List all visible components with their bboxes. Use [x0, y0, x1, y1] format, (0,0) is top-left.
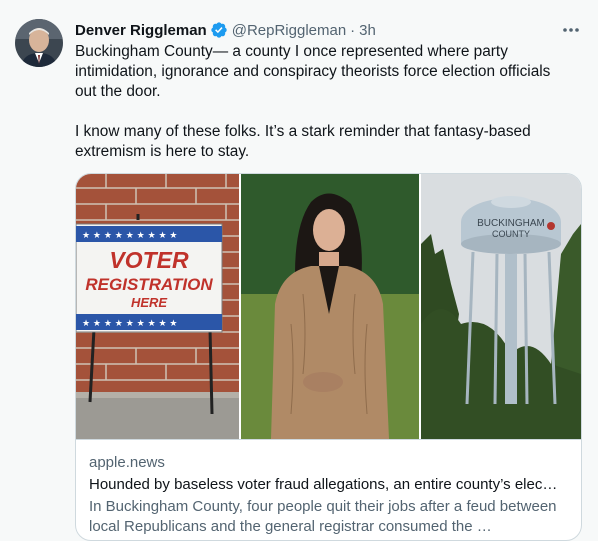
tower-text-buckingham: BUCKINGHAM [477, 218, 545, 229]
sign-text-voter: VOTER [109, 247, 189, 273]
verified-badge-icon [211, 22, 227, 38]
tweet-header: Denver Riggleman @RepRiggleman · 3h [75, 20, 376, 40]
svg-text:★ ★ ★ ★ ★ ★ ★ ★ ★: ★ ★ ★ ★ ★ ★ ★ ★ ★ [82, 319, 178, 329]
author-name[interactable]: Denver Riggleman [75, 22, 207, 39]
card-meta[interactable]: apple.news Hounded by baseless voter fra… [76, 439, 581, 540]
card-image-strip[interactable]: ★ ★ ★ ★ ★ ★ ★ ★ ★ ★ ★ ★ ★ ★ ★ ★ ★ ★ VOTE… [76, 174, 581, 439]
card-domain: apple.news [89, 454, 165, 471]
tweet-paragraph: Buckingham County— a county I once repre… [75, 43, 551, 100]
tweet-paragraph: I know many of these folks. It’s a stark… [75, 123, 531, 160]
voter-registration-sign-photo: ★ ★ ★ ★ ★ ★ ★ ★ ★ ★ ★ ★ ★ ★ ★ ★ ★ ★ VOTE… [76, 174, 239, 439]
water-tower-photo: BUCKINGHAM COUNTY [421, 174, 581, 439]
tweet[interactable]: Denver Riggleman @RepRiggleman · 3h Buck… [0, 0, 598, 541]
author-handle[interactable]: @RepRiggleman [232, 22, 346, 39]
tweet-text: Buckingham County— a county I once repre… [75, 42, 575, 162]
more-horizontal-icon[interactable] [560, 20, 582, 40]
sign-text-registration: REGISTRATION [85, 275, 213, 294]
svg-text:★ ★ ★ ★ ★ ★ ★ ★ ★: ★ ★ ★ ★ ★ ★ ★ ★ ★ [82, 231, 178, 241]
portrait-photo [241, 174, 419, 439]
sign-text-here: HERE [131, 295, 167, 310]
avatar[interactable] [15, 19, 63, 67]
card-title[interactable]: Hounded by baseless voter fraud allegati… [89, 475, 569, 495]
header-separator: · [350, 21, 356, 39]
tweet-timestamp[interactable]: 3h [359, 22, 376, 39]
tower-text-county: COUNTY [492, 229, 530, 239]
card-description: In Buckingham County, four people quit t… [89, 498, 557, 535]
link-preview-card[interactable]: ★ ★ ★ ★ ★ ★ ★ ★ ★ ★ ★ ★ ★ ★ ★ ★ ★ ★ VOTE… [75, 173, 582, 541]
